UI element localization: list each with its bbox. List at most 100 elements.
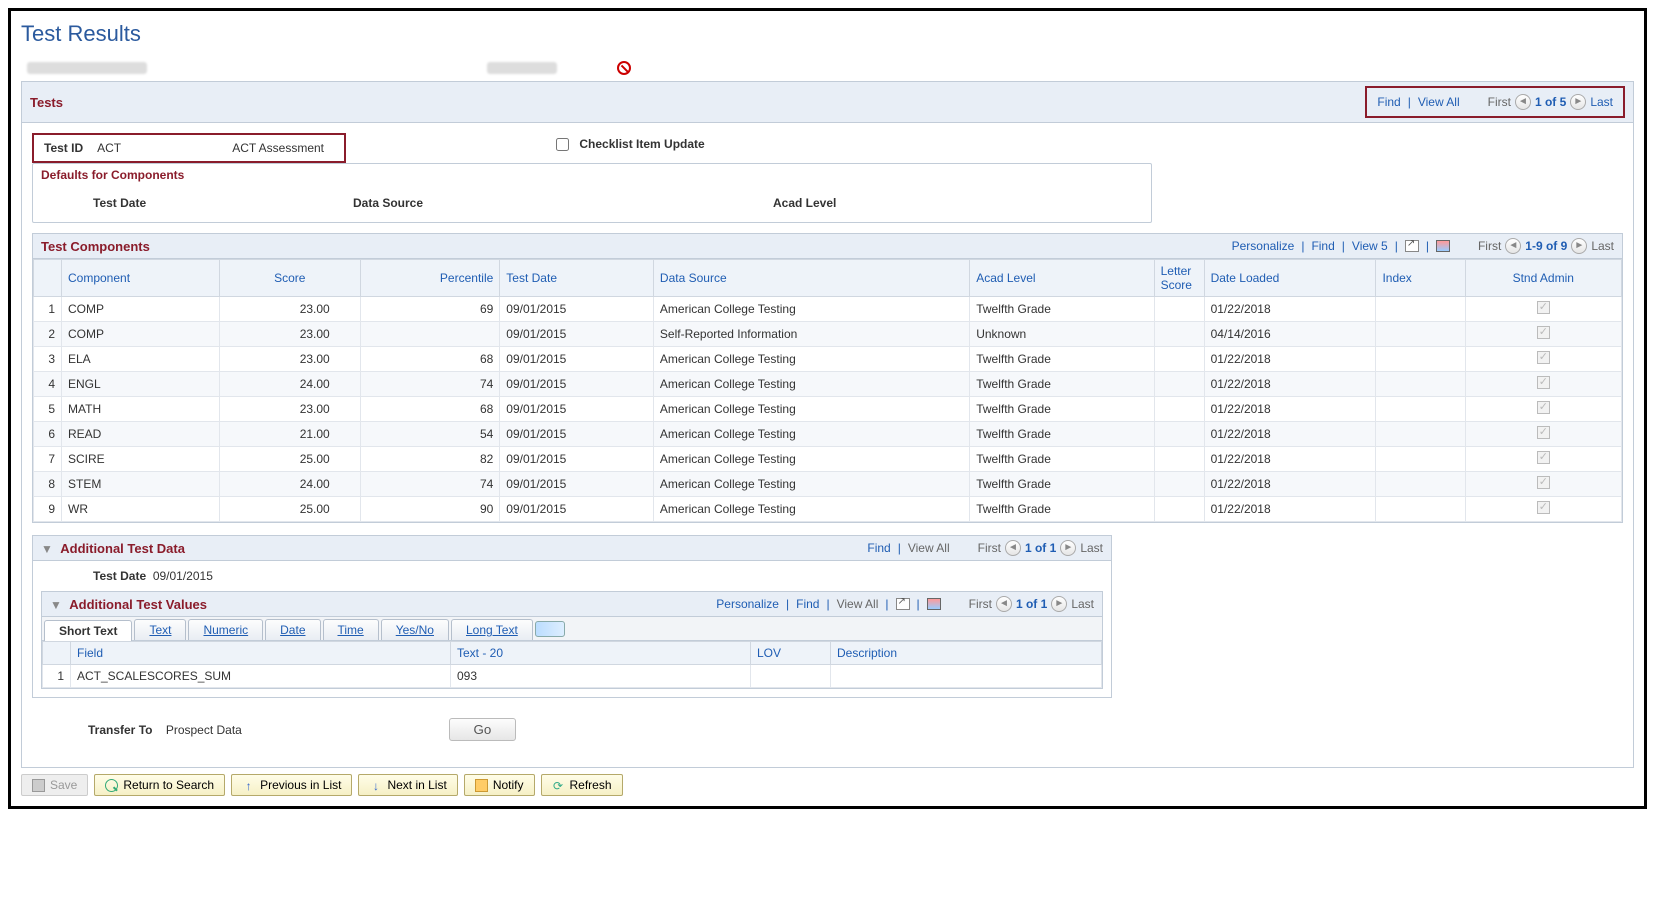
- cell-index: [1376, 472, 1465, 497]
- tab-date[interactable]: Date: [265, 619, 320, 640]
- cell-num: 3: [34, 347, 62, 372]
- values-last: Last: [1071, 597, 1094, 611]
- additional-counter: 1 of 1: [1025, 541, 1056, 555]
- values-viewall: View All: [837, 597, 879, 611]
- cell-datasource: American College Testing: [653, 347, 969, 372]
- tests-viewall-link[interactable]: View All: [1418, 95, 1460, 109]
- cell-index: [1376, 397, 1465, 422]
- test-id-value: ACT: [97, 141, 121, 155]
- cell-score: 23.00: [219, 322, 360, 347]
- col-datasource[interactable]: Data Source: [653, 260, 969, 297]
- cell-index: [1376, 322, 1465, 347]
- tests-last-link[interactable]: Last: [1590, 95, 1613, 109]
- col-stndadmin[interactable]: Stnd Admin: [1465, 260, 1621, 297]
- tests-prev-button[interactable]: ◄: [1515, 94, 1531, 110]
- additional-next-button[interactable]: ►: [1060, 540, 1076, 556]
- cell-stndadmin: [1465, 422, 1621, 447]
- v-col-text20[interactable]: Text - 20: [451, 642, 751, 665]
- v-col-field[interactable]: Field: [71, 642, 451, 665]
- col-testdate[interactable]: Test Date: [500, 260, 654, 297]
- show-all-tabs-icon[interactable]: [535, 621, 565, 637]
- col-dateloaded[interactable]: Date Loaded: [1204, 260, 1376, 297]
- cell-acadlevel: Twelfth Grade: [970, 447, 1154, 472]
- col-component[interactable]: Component: [62, 260, 220, 297]
- col-percentile[interactable]: Percentile: [360, 260, 500, 297]
- test-id-desc: ACT Assessment: [232, 141, 324, 155]
- cell-acadlevel: Twelfth Grade: [970, 422, 1154, 447]
- components-title: Test Components: [41, 239, 150, 254]
- values-find-link[interactable]: Find: [796, 597, 819, 611]
- go-button[interactable]: Go: [449, 718, 517, 741]
- components-view5-link[interactable]: View 5: [1352, 239, 1388, 253]
- refresh-button[interactable]: ⟳Refresh: [541, 774, 623, 796]
- components-find-link[interactable]: Find: [1311, 239, 1334, 253]
- cell-num: 7: [34, 447, 62, 472]
- cell-percentile: 74: [360, 472, 500, 497]
- collapse-icon[interactable]: ▼: [50, 598, 62, 612]
- cell-percentile: 69: [360, 297, 500, 322]
- components-prev-button[interactable]: ◄: [1505, 238, 1521, 254]
- cell-testdate: 09/01/2015: [500, 497, 654, 522]
- previous-in-list-button[interactable]: ↑Previous in List: [231, 774, 352, 796]
- zoom-icon[interactable]: [1405, 240, 1419, 252]
- cell-letterscore: [1154, 422, 1204, 447]
- cell-testdate: 09/01/2015: [500, 422, 654, 447]
- values-personalize-link[interactable]: Personalize: [716, 597, 779, 611]
- col-index[interactable]: Index: [1376, 260, 1465, 297]
- checklist-update-checkbox[interactable]: [556, 138, 569, 151]
- cell-percentile: [360, 322, 500, 347]
- tab-numeric[interactable]: Numeric: [188, 619, 263, 640]
- check-icon: [1537, 376, 1550, 389]
- cell-num: 4: [34, 372, 62, 397]
- tab-yesno[interactable]: Yes/No: [381, 619, 449, 640]
- cell-testdate: 09/01/2015: [500, 297, 654, 322]
- cell-acadlevel: Twelfth Grade: [970, 297, 1154, 322]
- values-next-button[interactable]: ►: [1051, 596, 1067, 612]
- tab-time[interactable]: Time: [323, 619, 379, 640]
- tab-short-text[interactable]: Short Text: [44, 620, 132, 641]
- v-col-lov[interactable]: LOV: [751, 642, 831, 665]
- cell-datasource: Self-Reported Information: [653, 322, 969, 347]
- cell-datasource: American College Testing: [653, 397, 969, 422]
- components-personalize-link[interactable]: Personalize: [1232, 239, 1295, 253]
- cell-testdate: 09/01/2015: [500, 472, 654, 497]
- next-in-list-button[interactable]: ↓Next in List: [358, 774, 457, 796]
- cell-field: ACT_SCALESCORES_SUM: [71, 665, 451, 688]
- cell-dateloaded: 04/14/2016: [1204, 322, 1376, 347]
- cell-component: COMP: [62, 322, 220, 347]
- tests-first-label: First: [1488, 95, 1511, 109]
- v-col-desc[interactable]: Description: [831, 642, 1102, 665]
- cell-acadlevel: Twelfth Grade: [970, 497, 1154, 522]
- return-to-search-button[interactable]: Return to Search: [94, 774, 225, 796]
- cell-acadlevel: Unknown: [970, 322, 1154, 347]
- cell-percentile: 74: [360, 372, 500, 397]
- col-letterscore[interactable]: Letter Score: [1154, 260, 1204, 297]
- tests-find-link[interactable]: Find: [1377, 95, 1400, 109]
- cell-component: ENGL: [62, 372, 220, 397]
- zoom-icon[interactable]: [896, 598, 910, 610]
- cell-stndadmin: [1465, 322, 1621, 347]
- values-prev-button[interactable]: ◄: [996, 596, 1012, 612]
- download-icon[interactable]: [1436, 240, 1450, 252]
- components-next-button[interactable]: ►: [1571, 238, 1587, 254]
- table-row: 7SCIRE25.008209/01/2015American College …: [34, 447, 1622, 472]
- cell-index: [1376, 497, 1465, 522]
- cell-dateloaded: 01/22/2018: [1204, 347, 1376, 372]
- cell-num: 2: [34, 322, 62, 347]
- notify-button[interactable]: Notify: [464, 774, 535, 796]
- additional-prev-button[interactable]: ◄: [1005, 540, 1021, 556]
- collapse-icon[interactable]: ▼: [41, 542, 53, 556]
- additional-find-link[interactable]: Find: [867, 541, 890, 555]
- download-icon[interactable]: [927, 598, 941, 610]
- cell-testdate: 09/01/2015: [500, 397, 654, 422]
- tab-text[interactable]: Text: [134, 619, 186, 640]
- cell-letterscore: [1154, 472, 1204, 497]
- checklist-update-label: Checklist Item Update: [579, 137, 704, 151]
- col-score[interactable]: Score: [219, 260, 360, 297]
- cell-stndadmin: [1465, 372, 1621, 397]
- tab-long-text[interactable]: Long Text: [451, 619, 533, 640]
- tests-next-button[interactable]: ►: [1570, 94, 1586, 110]
- defaults-box: Defaults for Components Test Date Data S…: [32, 163, 1152, 223]
- col-acadlevel[interactable]: Acad Level: [970, 260, 1154, 297]
- cell-acadlevel: Twelfth Grade: [970, 372, 1154, 397]
